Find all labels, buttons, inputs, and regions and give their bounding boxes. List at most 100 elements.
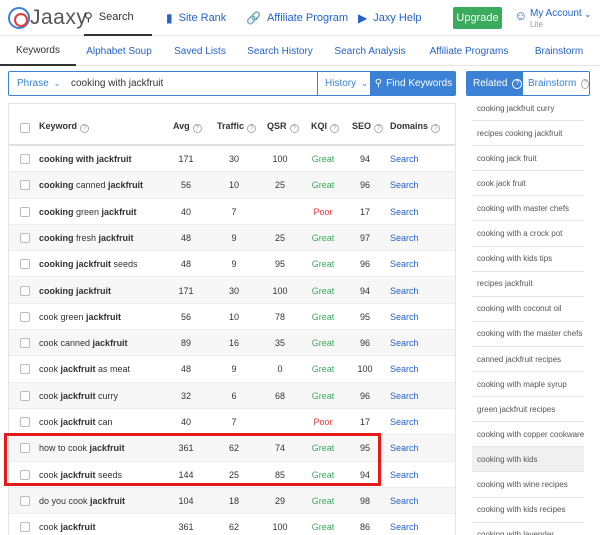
keyword-search-input[interactable]: cooking with jackfruit — [63, 71, 317, 96]
qsr-cell: 78 — [274, 311, 285, 322]
related-keyword-item[interactable]: cooking with maple syrup — [472, 372, 584, 398]
tab-related-label: Related — [473, 78, 508, 89]
col-kqi[interactable]: KQI? — [311, 121, 340, 133]
nav-site-rank-label: Site Rank — [178, 12, 227, 24]
history-dropdown[interactable]: History ⌄ — [317, 71, 371, 96]
tab-related-brainstorm[interactable]: Brainstorm ? — [522, 71, 590, 96]
row-checkbox[interactable] — [20, 259, 30, 270]
row-checkbox[interactable] — [20, 417, 30, 427]
table-row: cooking jackfruit seeds 48 9 95 Great 96 Searc… — [9, 251, 455, 278]
my-account-menu[interactable]: ☺ My Account Lite ⌄ — [514, 6, 598, 32]
top-navigation: Jaaxy ⚲ Search ▮ Site Rank 🔗 Affiliate P… — [0, 0, 600, 36]
traffic-cell: 9 — [231, 364, 237, 375]
domains-search-link[interactable]: Search — [390, 225, 419, 251]
keyword-segment: cooking jackfruit — [39, 285, 112, 296]
domains-search-link[interactable]: Search — [390, 514, 419, 535]
keyword-segment: curry — [95, 390, 119, 401]
row-checkbox[interactable] — [20, 495, 30, 506]
row-checkbox[interactable] — [20, 206, 30, 217]
row-checkbox[interactable] — [20, 154, 30, 164]
domains-search-link[interactable]: Search — [390, 146, 419, 172]
keyword-segment: jackfruit — [86, 311, 122, 322]
avg-cell: 56 — [180, 180, 191, 191]
col-seo[interactable]: SEO? — [352, 121, 384, 133]
related-keyword-item[interactable]: cook jack fruit — [472, 171, 584, 197]
related-keyword-item[interactable]: cooking with master chefs — [472, 196, 584, 222]
related-keyword-item[interactable]: cooking jack fruit — [472, 146, 584, 172]
nav-search[interactable]: ⚲ Search — [84, 0, 152, 36]
col-avg[interactable]: Avg? — [173, 121, 202, 133]
row-checkbox[interactable] — [20, 285, 30, 296]
row-checkbox[interactable] — [20, 180, 30, 191]
row-checkbox[interactable] — [20, 522, 30, 533]
related-keyword-item[interactable]: cooking jackfruit curry — [472, 96, 584, 122]
tab-saved-lists[interactable]: Saved Lists — [170, 37, 230, 66]
related-keyword-item[interactable]: green jackfruit recipes — [472, 397, 584, 423]
domains-search-link[interactable]: Search — [390, 435, 419, 461]
domains-search-link[interactable]: Search — [390, 251, 419, 277]
keyword-segment: jackfruit — [60, 390, 96, 401]
tab-alphabet-soup[interactable]: Alphabet Soup — [82, 37, 156, 66]
domains-search-link[interactable]: Search — [390, 172, 419, 198]
table-row: cook jackfruit curry 32 6 68 Great 96 Search — [9, 382, 455, 409]
qsr-cell: 68 — [274, 390, 285, 401]
nav-site-rank[interactable]: ▮ Site Rank — [166, 0, 226, 36]
keyword-segment: fresh — [73, 232, 99, 243]
seo-cell: 95 — [359, 311, 370, 322]
nav-jaaxy-help[interactable]: ▶ Jaxy Help — [358, 0, 422, 36]
table-row: cook canned jackfruit 89 16 35 Great 96 Search — [9, 330, 455, 357]
tab-search-history[interactable]: Search History — [245, 37, 315, 66]
col-domains[interactable]: Domains? — [390, 121, 441, 133]
jaaxy-logo[interactable]: Jaaxy — [8, 6, 87, 30]
domains-search-link[interactable]: Search — [390, 383, 419, 409]
col-traffic[interactable]: Traffic? — [217, 121, 257, 133]
domains-search-link[interactable]: Search — [390, 330, 419, 356]
tab-search-analysis[interactable]: Search Analysis — [333, 37, 407, 66]
tab-related[interactable]: Related ? — [466, 71, 522, 96]
domains-search-link[interactable]: Search — [390, 488, 419, 514]
related-keyword-item[interactable]: cooking with kids — [472, 447, 584, 473]
related-keyword-item[interactable]: cooking with copper cookware — [472, 422, 584, 448]
row-checkbox[interactable] — [20, 364, 30, 375]
traffic-cell: 7 — [231, 206, 237, 217]
phrase-dropdown[interactable]: Phrase ⌄ — [8, 71, 64, 96]
related-keyword-item[interactable]: cooking with coconut oil — [472, 297, 584, 322]
seo-cell: 86 — [359, 522, 370, 533]
related-keyword-item[interactable]: cooking with wine recipes — [472, 473, 584, 498]
domains-search-link[interactable]: Search — [390, 409, 419, 435]
domains-search-link[interactable]: Search — [390, 199, 419, 225]
tab-keywords[interactable]: Keywords — [0, 37, 76, 66]
upgrade-button[interactable]: Upgrade — [453, 7, 502, 29]
seo-cell: 96 — [359, 390, 370, 401]
select-all-checkbox[interactable] — [20, 123, 30, 133]
related-keyword-item[interactable]: canned jackfruit recipes — [472, 347, 584, 373]
tab-brainstorm[interactable]: Brainstorm — [530, 37, 588, 66]
row-checkbox[interactable] — [20, 311, 30, 322]
related-keyword-item[interactable]: cooking with lavender — [472, 523, 584, 535]
domains-search-link[interactable]: Search — [390, 304, 419, 330]
domains-search-link[interactable]: Search — [390, 462, 419, 488]
related-keyword-item[interactable]: cooking with kids tips — [472, 247, 584, 272]
keyword-cell: do you cook jackfruit — [39, 488, 125, 514]
domains-search-link[interactable]: Search — [390, 278, 419, 304]
keyword-cell: cook jackfruit — [39, 514, 96, 535]
seo-cell: 94 — [359, 154, 370, 164]
related-keyword-item[interactable]: recipes cooking jackfruit — [472, 121, 584, 147]
tab-affiliate-programs[interactable]: Affiliate Programs — [428, 37, 510, 66]
related-keyword-item[interactable]: cooking with the master chefs — [472, 322, 584, 347]
find-keywords-button[interactable]: ⚲ Find Keywords — [371, 71, 456, 96]
qsr-cell: 25 — [274, 180, 285, 191]
related-keyword-item[interactable]: cooking with kids recipes — [472, 498, 584, 523]
col-qsr[interactable]: QSR? — [267, 121, 299, 133]
info-icon: ? — [80, 124, 90, 133]
domains-search-link[interactable]: Search — [390, 356, 419, 382]
col-keyword[interactable]: Keyword? — [39, 121, 90, 133]
row-checkbox[interactable] — [20, 390, 30, 401]
related-keyword-item[interactable]: cooking with a crock pot — [472, 222, 584, 247]
nav-search-label: Search — [98, 11, 134, 23]
nav-affiliate-program[interactable]: 🔗 Affiliate Program — [246, 0, 348, 36]
row-checkbox[interactable] — [20, 338, 30, 349]
logo-mark-icon — [8, 7, 30, 29]
row-checkbox[interactable] — [20, 232, 30, 243]
related-keyword-item[interactable]: recipes jackfruit — [472, 272, 584, 297]
